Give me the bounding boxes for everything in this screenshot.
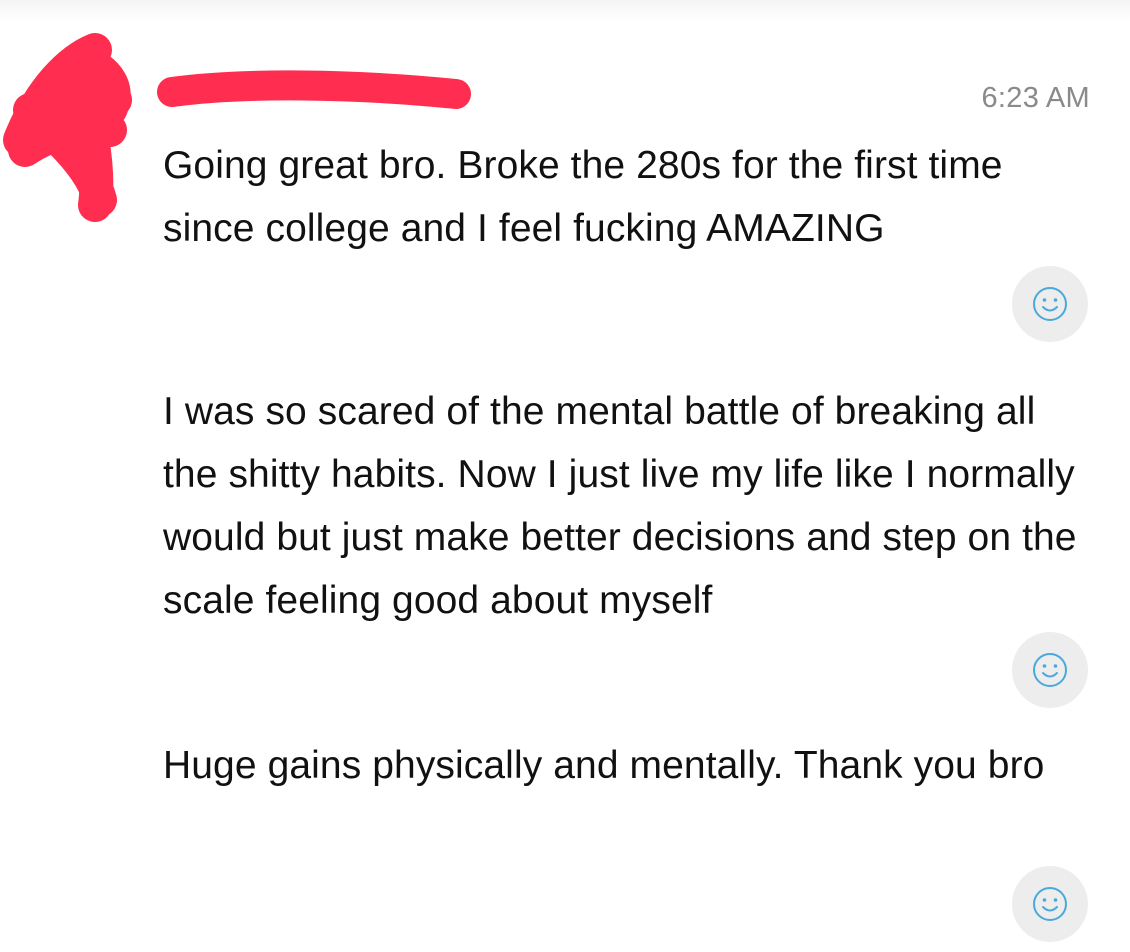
sender-name-redaction [157,70,471,109]
message-text: Going great bro. Broke the 280s for the … [163,144,1003,250]
smiley-icon [1033,287,1067,321]
message-text: I was so scared of the mental battle of … [163,390,1077,622]
top-shadow [0,0,1130,22]
chat-screen: 6:23 AM Going great bro. Broke the 280s … [0,0,1130,952]
avatar-redaction-scribble [3,33,132,222]
smiley-icon [1033,887,1067,921]
add-reaction-button[interactable] [1012,632,1088,708]
message-timestamp: 6:23 AM [981,82,1090,114]
add-reaction-button[interactable] [1012,866,1088,942]
message-text: Huge gains physically and mentally. Than… [163,744,1045,787]
smiley-icon [1033,653,1067,687]
add-reaction-button[interactable] [1012,266,1088,342]
